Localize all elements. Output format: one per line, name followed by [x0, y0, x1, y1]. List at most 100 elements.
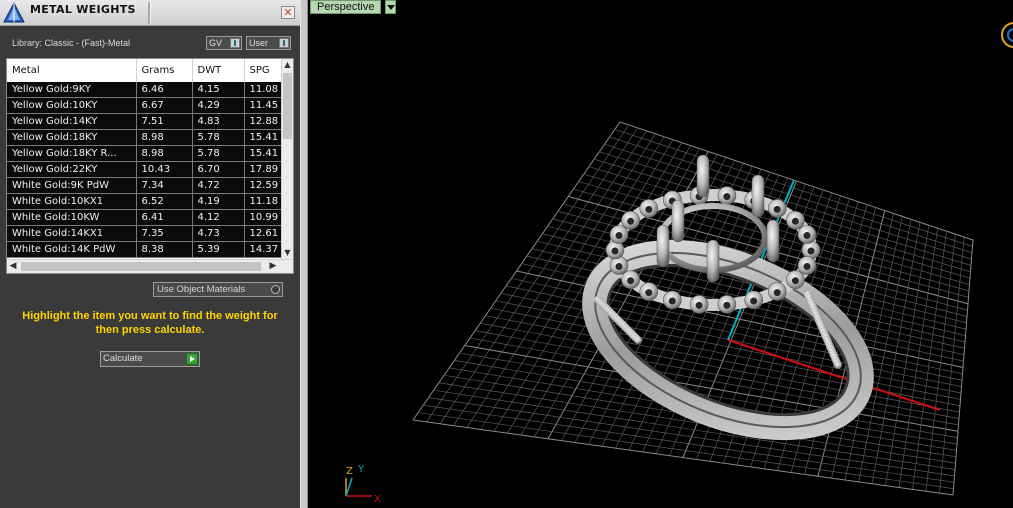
table-cell: Yellow Gold:18KY [7, 129, 137, 146]
view-dropdown-arrow-icon[interactable] [385, 0, 396, 14]
metal-weights-panel: METAL WEIGHTS ✕ Library: Classic - (Fast… [0, 0, 300, 508]
column-header-metal[interactable]: Metal [7, 59, 137, 82]
table-row[interactable]: White Gold:9K PdW 7.34 4.72 12.59 [7, 177, 283, 194]
table-cell: 6.70 [192, 161, 245, 178]
table-cell: 12.88 [244, 113, 283, 130]
scroll-right-arrow-icon[interactable]: ▶ [267, 260, 279, 273]
table-cell: 11.08 [244, 82, 283, 98]
table-cell: White Gold:14K PdW [7, 241, 137, 258]
table-cell: 4.72 [192, 177, 245, 194]
table-cell: 12.59 [244, 177, 283, 194]
table-cell: Yellow Gold:14KY [7, 113, 137, 130]
table-cell: 11.45 [244, 97, 283, 114]
table-cell: Yellow Gold:9KY [7, 82, 137, 98]
column-header-grams[interactable]: Grams [136, 59, 193, 82]
table-row[interactable]: White Gold:14KX1 7.35 4.73 12.61 [7, 225, 283, 242]
calculate-button[interactable]: Calculate [100, 351, 200, 367]
table-cell: 15.41 [244, 145, 283, 162]
table-cell: 17.89 [244, 161, 283, 178]
viewport-canvas [412, 121, 974, 496]
view-selector-tab[interactable]: Perspective [310, 0, 382, 14]
table-cell: 11.18 [244, 193, 283, 210]
user-dropdown-button-icon [279, 38, 289, 48]
table-row[interactable]: White Gold:10KX1 6.52 4.19 11.18 [7, 193, 283, 210]
table-cell: 10.43 [136, 161, 193, 178]
table-cell: Yellow Gold:10KY [7, 97, 137, 114]
close-icon: ✕ [283, 6, 293, 19]
gv-dropdown-label: GV [209, 38, 223, 48]
table-cell: 6.41 [136, 209, 193, 226]
table-row[interactable]: White Gold:14K PdW 8.38 5.39 14.37 [7, 241, 283, 258]
close-button[interactable]: ✕ [281, 6, 295, 19]
table-cell: Yellow Gold:18KY R... [7, 145, 137, 162]
vertical-scroll-thumb[interactable] [283, 73, 292, 139]
library-label: Library: Classic - (Fast)-Metal [12, 38, 131, 48]
table-cell: 4.83 [192, 113, 245, 130]
table-cell: 8.38 [136, 241, 193, 258]
z-axis-label: Z [346, 466, 353, 477]
panel-splitter[interactable] [300, 0, 308, 508]
scroll-left-arrow-icon[interactable]: ◀ [7, 260, 19, 273]
panel-title: METAL WEIGHTS [30, 3, 136, 16]
table-cell: 14.37 [244, 241, 283, 258]
gv-dropdown[interactable]: GV [206, 36, 242, 50]
x-axis-label: X [374, 494, 381, 505]
table-cell: 4.29 [192, 97, 245, 114]
table-cell: 8.98 [136, 145, 193, 162]
3d-viewport[interactable]: Perspective Z Y X [308, 0, 1013, 508]
table-cell: White Gold:9K PdW [7, 177, 137, 194]
table-cell: 4.12 [192, 209, 245, 226]
table-cell: 5.78 [192, 129, 245, 146]
user-dropdown[interactable]: User [246, 36, 291, 50]
table-cell: 4.19 [192, 193, 245, 210]
table-cell: 6.46 [136, 82, 193, 98]
view-cube-icon[interactable] [998, 18, 1013, 52]
metal-weights-table: Metal Grams DWT SPG Yellow Gold:9KY 6.46 4… [7, 59, 283, 258]
table-header-row: Metal Grams DWT SPG [7, 59, 283, 82]
use-object-materials-label: Use Object Materials [157, 284, 246, 295]
table-cell: White Gold:14KX1 [7, 225, 137, 242]
panel-titlebar[interactable]: METAL WEIGHTS ✕ [0, 0, 300, 26]
table-cell: 8.98 [136, 129, 193, 146]
column-header-spg[interactable]: SPG [244, 59, 283, 82]
column-header-dwt[interactable]: DWT [192, 59, 245, 82]
view-name-label: Perspective [317, 1, 375, 13]
table-row[interactable]: Yellow Gold:22KY 10.43 6.70 17.89 [7, 161, 283, 178]
radio-icon[interactable] [271, 285, 280, 294]
title-separator [148, 2, 151, 24]
use-object-materials-option[interactable]: Use Object Materials [153, 282, 283, 297]
table-cell: 4.73 [192, 225, 245, 242]
app-logo-icon [3, 2, 25, 23]
calculate-button-label: Calculate [103, 353, 143, 364]
metal-table: Metal Grams DWT SPG Yellow Gold:9KY 6.46 4… [6, 58, 294, 274]
play-arrow-icon [186, 353, 198, 365]
table-cell: 6.67 [136, 97, 193, 114]
gv-dropdown-button-icon [230, 38, 240, 48]
instruction-text: Highlight the item you want to find the … [22, 310, 278, 336]
table-cell: 6.52 [136, 193, 193, 210]
user-dropdown-label: User [249, 38, 269, 48]
table-cell: 5.78 [192, 145, 245, 162]
table-cell: 10.99 [244, 209, 283, 226]
table-row[interactable]: Yellow Gold:14KY 7.51 4.83 12.88 [7, 113, 283, 130]
table-vertical-scrollbar[interactable]: ▲ ▼ [281, 59, 293, 259]
table-cell: White Gold:10KW [7, 209, 137, 226]
table-cell: Yellow Gold:22KY [7, 161, 137, 178]
table-row[interactable]: Yellow Gold:18KY R... 8.98 5.78 15.41 [7, 145, 283, 162]
scroll-up-arrow-icon[interactable]: ▲ [282, 59, 293, 71]
table-cell: White Gold:10KX1 [7, 193, 137, 210]
table-cell: 7.35 [136, 225, 193, 242]
table-row[interactable]: Yellow Gold:10KY 6.67 4.29 11.45 [7, 97, 283, 114]
y-axis-label: Y [358, 464, 365, 475]
table-cell: 5.39 [192, 241, 245, 258]
table-cell: 7.34 [136, 177, 193, 194]
table-row[interactable]: White Gold:10KW 6.41 4.12 10.99 [7, 209, 283, 226]
table-cell: 7.51 [136, 113, 193, 130]
table-horizontal-scrollbar[interactable]: ◀ ▶ [7, 259, 293, 273]
table-cell: 15.41 [244, 129, 283, 146]
table-row[interactable]: Yellow Gold:9KY 6.46 4.15 11.08 [7, 82, 283, 98]
table-row[interactable]: Yellow Gold:18KY 8.98 5.78 15.41 [7, 129, 283, 146]
horizontal-scroll-thumb[interactable] [21, 262, 261, 271]
scroll-down-arrow-icon[interactable]: ▼ [282, 247, 293, 259]
table-cell: 4.15 [192, 82, 245, 98]
